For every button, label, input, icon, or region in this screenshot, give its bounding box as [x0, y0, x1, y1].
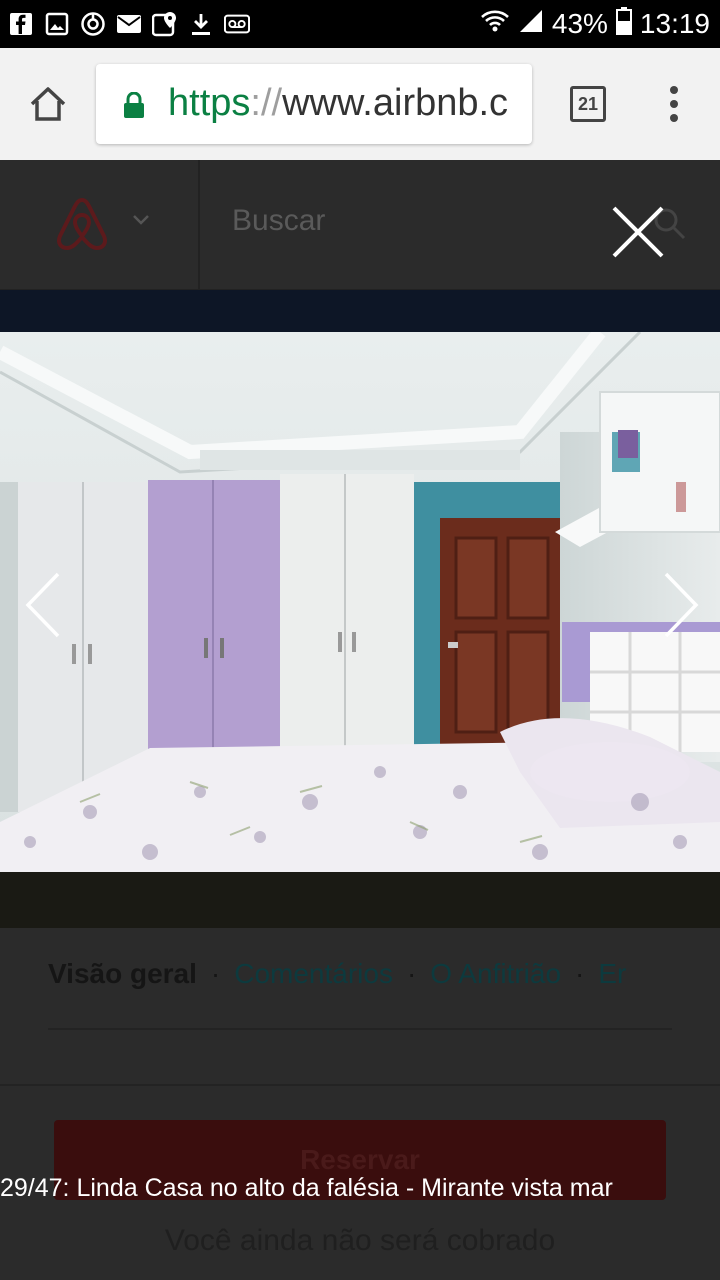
chevron-down-icon[interactable] [132, 210, 150, 228]
status-bar: 43% 13:19 [0, 0, 720, 48]
overflow-menu-icon[interactable] [662, 84, 686, 124]
url-scheme: https [168, 82, 251, 124]
voicemail-icon [224, 11, 250, 37]
search-input[interactable]: Buscar [232, 204, 325, 238]
header-divider [198, 160, 200, 290]
maps-icon [152, 11, 178, 37]
previous-photo-chevron-icon[interactable] [24, 570, 64, 640]
wifi-icon [480, 8, 510, 41]
subnav-separator: · [575, 958, 585, 989]
url-host: www.airbnb.c [282, 82, 509, 124]
browser-toolbar: https://www.airbnb.c 21 [0, 48, 720, 160]
signal-icon [518, 8, 544, 41]
close-icon[interactable] [610, 204, 666, 260]
subnav-reviews[interactable]: Comentários [234, 958, 393, 990]
home-icon[interactable] [28, 84, 68, 124]
sync-icon [80, 11, 106, 37]
subnav-separator: · [406, 958, 417, 989]
lock-icon [124, 91, 144, 118]
gallery-photo [0, 332, 720, 872]
download-icon [188, 11, 214, 37]
facebook-icon [8, 11, 34, 37]
notification-icons [8, 8, 250, 40]
battery-percent: 43% [551, 8, 608, 39]
no-charge-note: Você ainda não será cobrado [164, 1224, 556, 1257]
url-separator: :// [250, 82, 283, 124]
subnav-overview[interactable]: Visão geral [48, 958, 197, 990]
background-photo-top [0, 290, 720, 332]
airbnb-logo-icon[interactable] [50, 192, 114, 256]
divider [0, 1084, 720, 1086]
system-status: 43% 13:19 [480, 6, 710, 42]
battery-icon [615, 6, 632, 42]
address-bar[interactable]: https://www.airbnb.c [96, 64, 532, 144]
subnav-location[interactable]: Er [598, 958, 626, 990]
mail-icon [116, 11, 142, 37]
gallery-icon [44, 11, 70, 37]
tab-count: 21 [577, 93, 599, 114]
tab-switcher-button[interactable]: 21 [570, 86, 606, 122]
divider [48, 1028, 672, 1030]
background-photo-bottom [0, 872, 720, 928]
photo-caption: 29/47: Linda Casa no alto da falésia - M… [0, 1174, 613, 1202]
subnav-host[interactable]: O Anfitrião [430, 958, 561, 990]
next-photo-chevron-icon[interactable] [660, 570, 700, 640]
listing-subnav: Visão geral · Comentários · O Anfitrião · Er [48, 958, 688, 998]
clock: 13:19 [639, 8, 710, 39]
subnav-separator: · [210, 958, 221, 989]
url-text: https://www.airbnb.c [168, 82, 508, 125]
